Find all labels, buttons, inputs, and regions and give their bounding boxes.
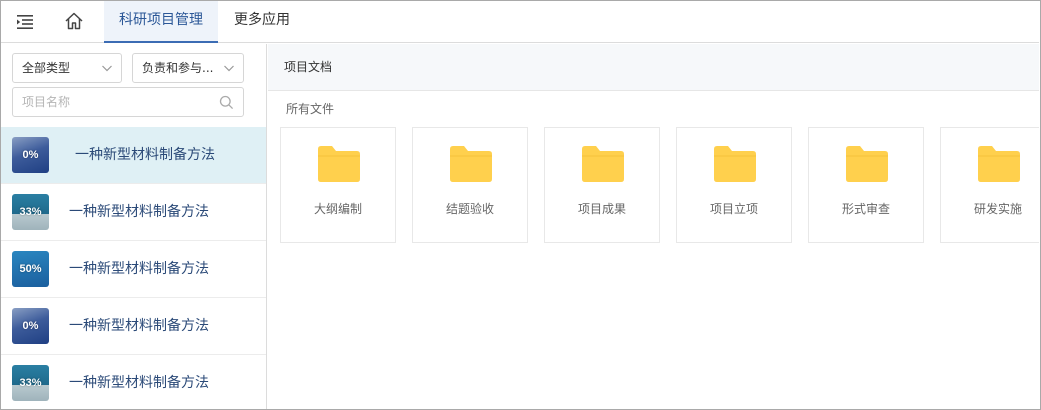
top-navbar: 科研项目管理 更多应用 [1,1,1039,43]
project-search-input[interactable] [13,88,203,116]
project-list-item[interactable]: 33% 一种新型材料制备方法 [1,184,266,241]
folder-name: 结题验收 [445,202,494,216]
project-type-select[interactable]: 全部类型 [12,53,122,83]
project-list-item[interactable]: 0% 一种新型材料制备方法 [1,298,266,355]
project-name: 一种新型材料制备方法 [69,204,209,220]
progress-thumbnail: 0% [12,137,49,173]
tab-research-project-management[interactable]: 科研项目管理 [104,1,218,43]
folder-card[interactable]: 大纲编制 [280,127,396,243]
project-list-item[interactable]: 50% 一种新型材料制备方法 [1,241,266,298]
chevron-down-icon [224,65,234,72]
project-search-box [12,87,244,117]
tab-more-apps[interactable]: 更多应用 [218,1,306,43]
progress-percent: 33% [19,377,42,389]
project-role-select[interactable]: 负责和参与... [132,53,244,83]
document-panel: 项目文档 所有文件 大纲编制 结题验收 项目成果 项目立项 形式审查 研发实施 [268,44,1039,409]
folder-name: 项目立项 [709,202,758,216]
folder-name: 形式审查 [841,202,890,216]
progress-percent: 0% [22,320,39,332]
project-type-value: 全部类型 [22,61,71,75]
menu-fold-icon[interactable] [15,12,35,32]
folder-card[interactable]: 项目成果 [544,127,660,243]
project-list-item[interactable]: 0% 一种新型材料制备方法 [1,127,266,184]
project-role-value: 负责和参与... [142,61,214,75]
folder-card[interactable]: 项目立项 [676,127,792,243]
document-panel-title: 项目文档 [284,60,333,74]
project-list-item[interactable]: 33% 一种新型材料制备方法 [1,355,266,409]
progress-thumbnail: 33% [12,365,49,401]
folder-icon [450,146,492,182]
project-name: 一种新型材料制备方法 [75,147,215,163]
project-name: 一种新型材料制备方法 [69,261,209,277]
breadcrumb[interactable]: 所有文件 [286,100,334,117]
progress-thumbnail: 50% [12,251,49,287]
folder-card[interactable]: 研发实施 [940,127,1039,243]
project-name: 一种新型材料制备方法 [69,318,209,334]
project-sidebar: 全部类型 负责和参与... 0% 一种新型材料制备方法 33% 一种新型材料制备… [1,44,267,409]
chevron-down-icon [102,65,112,72]
folder-icon [714,146,756,182]
folder-card[interactable]: 形式审查 [808,127,924,243]
folder-icon [582,146,624,182]
folder-name: 研发实施 [973,202,1022,216]
progress-thumbnail: 0% [12,308,49,344]
folder-icon [846,146,888,182]
document-panel-header: 项目文档 [268,44,1039,91]
progress-thumbnail: 33% [12,194,49,230]
folder-icon [978,146,1020,182]
project-list: 0% 一种新型材料制备方法 33% 一种新型材料制备方法 50% 一种新型材料制… [1,127,266,409]
search-icon[interactable] [219,95,234,110]
home-icon[interactable] [63,10,85,32]
project-name: 一种新型材料制备方法 [69,375,209,391]
progress-percent: 33% [19,206,42,218]
progress-percent: 0% [22,149,39,161]
folder-name: 项目成果 [577,202,626,216]
folder-card[interactable]: 结题验收 [412,127,528,243]
progress-percent: 50% [19,263,42,275]
folder-icon [318,146,360,182]
folder-name: 大纲编制 [313,202,362,216]
